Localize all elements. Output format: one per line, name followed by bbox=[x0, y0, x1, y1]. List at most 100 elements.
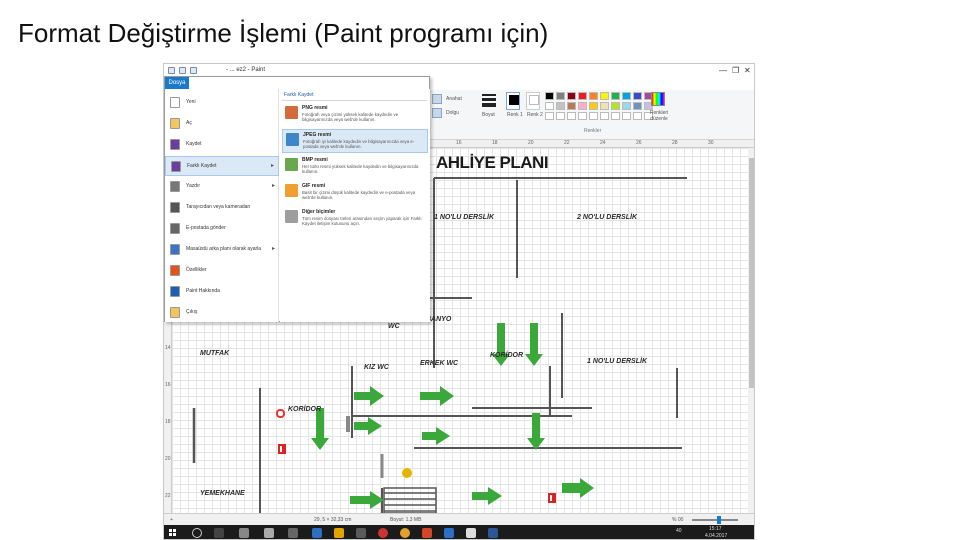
minimize-button[interactable]: — bbox=[719, 66, 727, 75]
file-menu-item[interactable]: Masaüstü arka planı olarak ayarla ▸ bbox=[165, 240, 279, 260]
palette-swatch[interactable] bbox=[556, 92, 565, 100]
ruler-mark: 20 bbox=[165, 456, 171, 462]
maximize-button[interactable]: ❐ bbox=[732, 66, 739, 75]
palette-swatch[interactable] bbox=[622, 102, 631, 110]
palette-swatch[interactable] bbox=[611, 92, 620, 100]
edge-icon[interactable] bbox=[312, 528, 322, 538]
palette-swatch[interactable] bbox=[600, 112, 609, 120]
save-as-format-item[interactable]: BMP resmi Her türlü resmi yüksek kalitede… bbox=[282, 155, 428, 179]
add-icon[interactable]: + bbox=[170, 517, 173, 523]
color2-button[interactable] bbox=[526, 92, 540, 110]
chevron-right-icon: ▸ bbox=[270, 163, 274, 169]
file-menu-item[interactable]: Özellikler bbox=[165, 261, 279, 281]
status-bar: + 29, 5 × 32,33 cm Boyut: 1,3 MB % 00 bbox=[164, 513, 754, 525]
file-explorer-icon[interactable] bbox=[334, 528, 344, 538]
format-description: Her türlü resmi yüksek kalitede kaydedin… bbox=[302, 164, 419, 175]
clock-time: 15:17 bbox=[709, 526, 722, 532]
file-menu-item[interactable]: Tarayıcıdan veya kameradan bbox=[165, 198, 279, 218]
format-title: JPEG resmi bbox=[303, 132, 332, 138]
close-button[interactable]: ✕ bbox=[744, 66, 751, 75]
color1-label: Renk 1 bbox=[507, 112, 523, 118]
palette-swatch[interactable] bbox=[578, 102, 587, 110]
fill-icon[interactable] bbox=[432, 108, 442, 118]
file-menu-item[interactable]: Kaydet bbox=[165, 135, 279, 155]
file-menu-item[interactable]: Aç bbox=[165, 114, 279, 134]
palette-swatch[interactable] bbox=[600, 92, 609, 100]
slide-title: Format Değiştirme İşlemi (Paint programı… bbox=[18, 18, 549, 48]
palette-swatch[interactable] bbox=[567, 102, 576, 110]
vertical-scrollbar[interactable] bbox=[748, 148, 754, 513]
open-folder-icon bbox=[170, 118, 180, 129]
undo-icon[interactable] bbox=[179, 67, 186, 74]
palette-swatch[interactable] bbox=[556, 102, 565, 110]
palette-swatch[interactable] bbox=[545, 112, 554, 120]
format-description: Tüm resim dosyası türleri arasından seçi… bbox=[302, 216, 422, 227]
palette-swatch[interactable] bbox=[567, 92, 576, 100]
windows-start-icon[interactable] bbox=[169, 529, 177, 537]
powerpoint-icon[interactable] bbox=[422, 528, 432, 538]
palette-swatch[interactable] bbox=[545, 92, 554, 100]
notepad-icon[interactable] bbox=[466, 528, 476, 538]
palette-swatch[interactable] bbox=[611, 112, 620, 120]
format-title: BMP resmi bbox=[302, 157, 328, 163]
word-icon[interactable] bbox=[488, 528, 498, 538]
task-view-icon[interactable] bbox=[214, 528, 224, 538]
paint-app-icon[interactable] bbox=[288, 528, 298, 538]
file-menu-item[interactable]: Paint Hakkında bbox=[165, 282, 279, 302]
palette-swatch[interactable] bbox=[622, 112, 631, 120]
search-icon[interactable] bbox=[192, 528, 202, 538]
palette-swatch[interactable] bbox=[589, 92, 598, 100]
outline-button[interactable]: Anahat bbox=[446, 96, 462, 102]
size-button[interactable]: Boyut bbox=[482, 112, 495, 118]
file-menu: Dosya Yeni Aç Kaydet Farklı Kaydet ▸ Yazdır ▸ T… bbox=[164, 76, 430, 322]
color1-button[interactable] bbox=[506, 92, 520, 110]
file-menu-tab[interactable]: Dosya bbox=[165, 77, 189, 89]
palette-swatch[interactable] bbox=[633, 92, 642, 100]
opera-icon[interactable] bbox=[378, 528, 388, 538]
zoom-slider-track[interactable] bbox=[692, 519, 738, 521]
edit-colors-button[interactable]: Renkleri düzenle bbox=[644, 110, 674, 122]
size-icon[interactable] bbox=[482, 94, 496, 108]
palette-swatch[interactable] bbox=[611, 102, 620, 110]
palette-swatch[interactable] bbox=[622, 92, 631, 100]
save-as-format-item[interactable]: GIF resmi Basit bir çizimi düşük kalitede… bbox=[282, 181, 428, 205]
store-icon[interactable] bbox=[239, 528, 249, 538]
format-title: Diğer biçimler bbox=[302, 209, 336, 215]
palette-swatch[interactable] bbox=[633, 102, 642, 110]
zoom-slider-thumb[interactable] bbox=[717, 516, 721, 524]
palette-swatch[interactable] bbox=[633, 112, 642, 120]
file-menu-item[interactable]: Çıkış bbox=[165, 303, 279, 323]
palette-swatch[interactable] bbox=[589, 102, 598, 110]
file-menu-item[interactable]: Yazdır ▸ bbox=[165, 177, 279, 197]
palette-swatch[interactable] bbox=[578, 92, 587, 100]
palette-swatch[interactable] bbox=[578, 112, 587, 120]
palette-swatch[interactable] bbox=[600, 102, 609, 110]
save-as-format-item[interactable]: JPEG resmi Fotoğrafı iyi kalitede kaydedi… bbox=[282, 129, 428, 153]
media-player-icon[interactable] bbox=[356, 528, 366, 538]
palette-swatch[interactable] bbox=[567, 112, 576, 120]
calculator-icon[interactable] bbox=[264, 528, 274, 538]
file-menu-item[interactable]: Farklı Kaydet ▸ bbox=[165, 156, 279, 176]
file-menu-item[interactable]: Yeni bbox=[165, 93, 279, 113]
canvas-position: 29, 5 × 32,33 cm bbox=[314, 517, 352, 523]
label-wc: WC bbox=[388, 323, 400, 330]
save-icon[interactable] bbox=[168, 67, 175, 74]
save-as-format-item[interactable]: PNG resmi Fotoğrafı veya çizimi yüksek ka… bbox=[282, 103, 428, 127]
palette-swatch[interactable] bbox=[556, 112, 565, 120]
ruler-mark: 22 bbox=[165, 493, 171, 499]
file-menu-item-label: Özellikler bbox=[186, 267, 207, 273]
outline-icon[interactable] bbox=[432, 94, 442, 104]
save-as-format-item[interactable]: Diğer biçimler Tüm resim dosyası türleri … bbox=[282, 207, 428, 231]
fill-button[interactable]: Dolgu bbox=[446, 110, 459, 116]
edit-colors-icon[interactable] bbox=[651, 92, 665, 106]
palette-swatch[interactable] bbox=[589, 112, 598, 120]
photos-icon[interactable] bbox=[444, 528, 454, 538]
file-menu-item[interactable]: E-postada gönder bbox=[165, 219, 279, 239]
save-as-submenu: Farklı Kaydet PNG resmi Fotoğrafı veya çi… bbox=[280, 89, 430, 322]
volume-level[interactable]: 40 bbox=[676, 528, 682, 534]
windows-taskbar: 40 15:17 4.04.2017 bbox=[164, 525, 754, 539]
chrome-icon[interactable] bbox=[400, 528, 410, 538]
redo-icon[interactable] bbox=[190, 67, 197, 74]
divider bbox=[282, 100, 427, 101]
palette-swatch[interactable] bbox=[545, 102, 554, 110]
